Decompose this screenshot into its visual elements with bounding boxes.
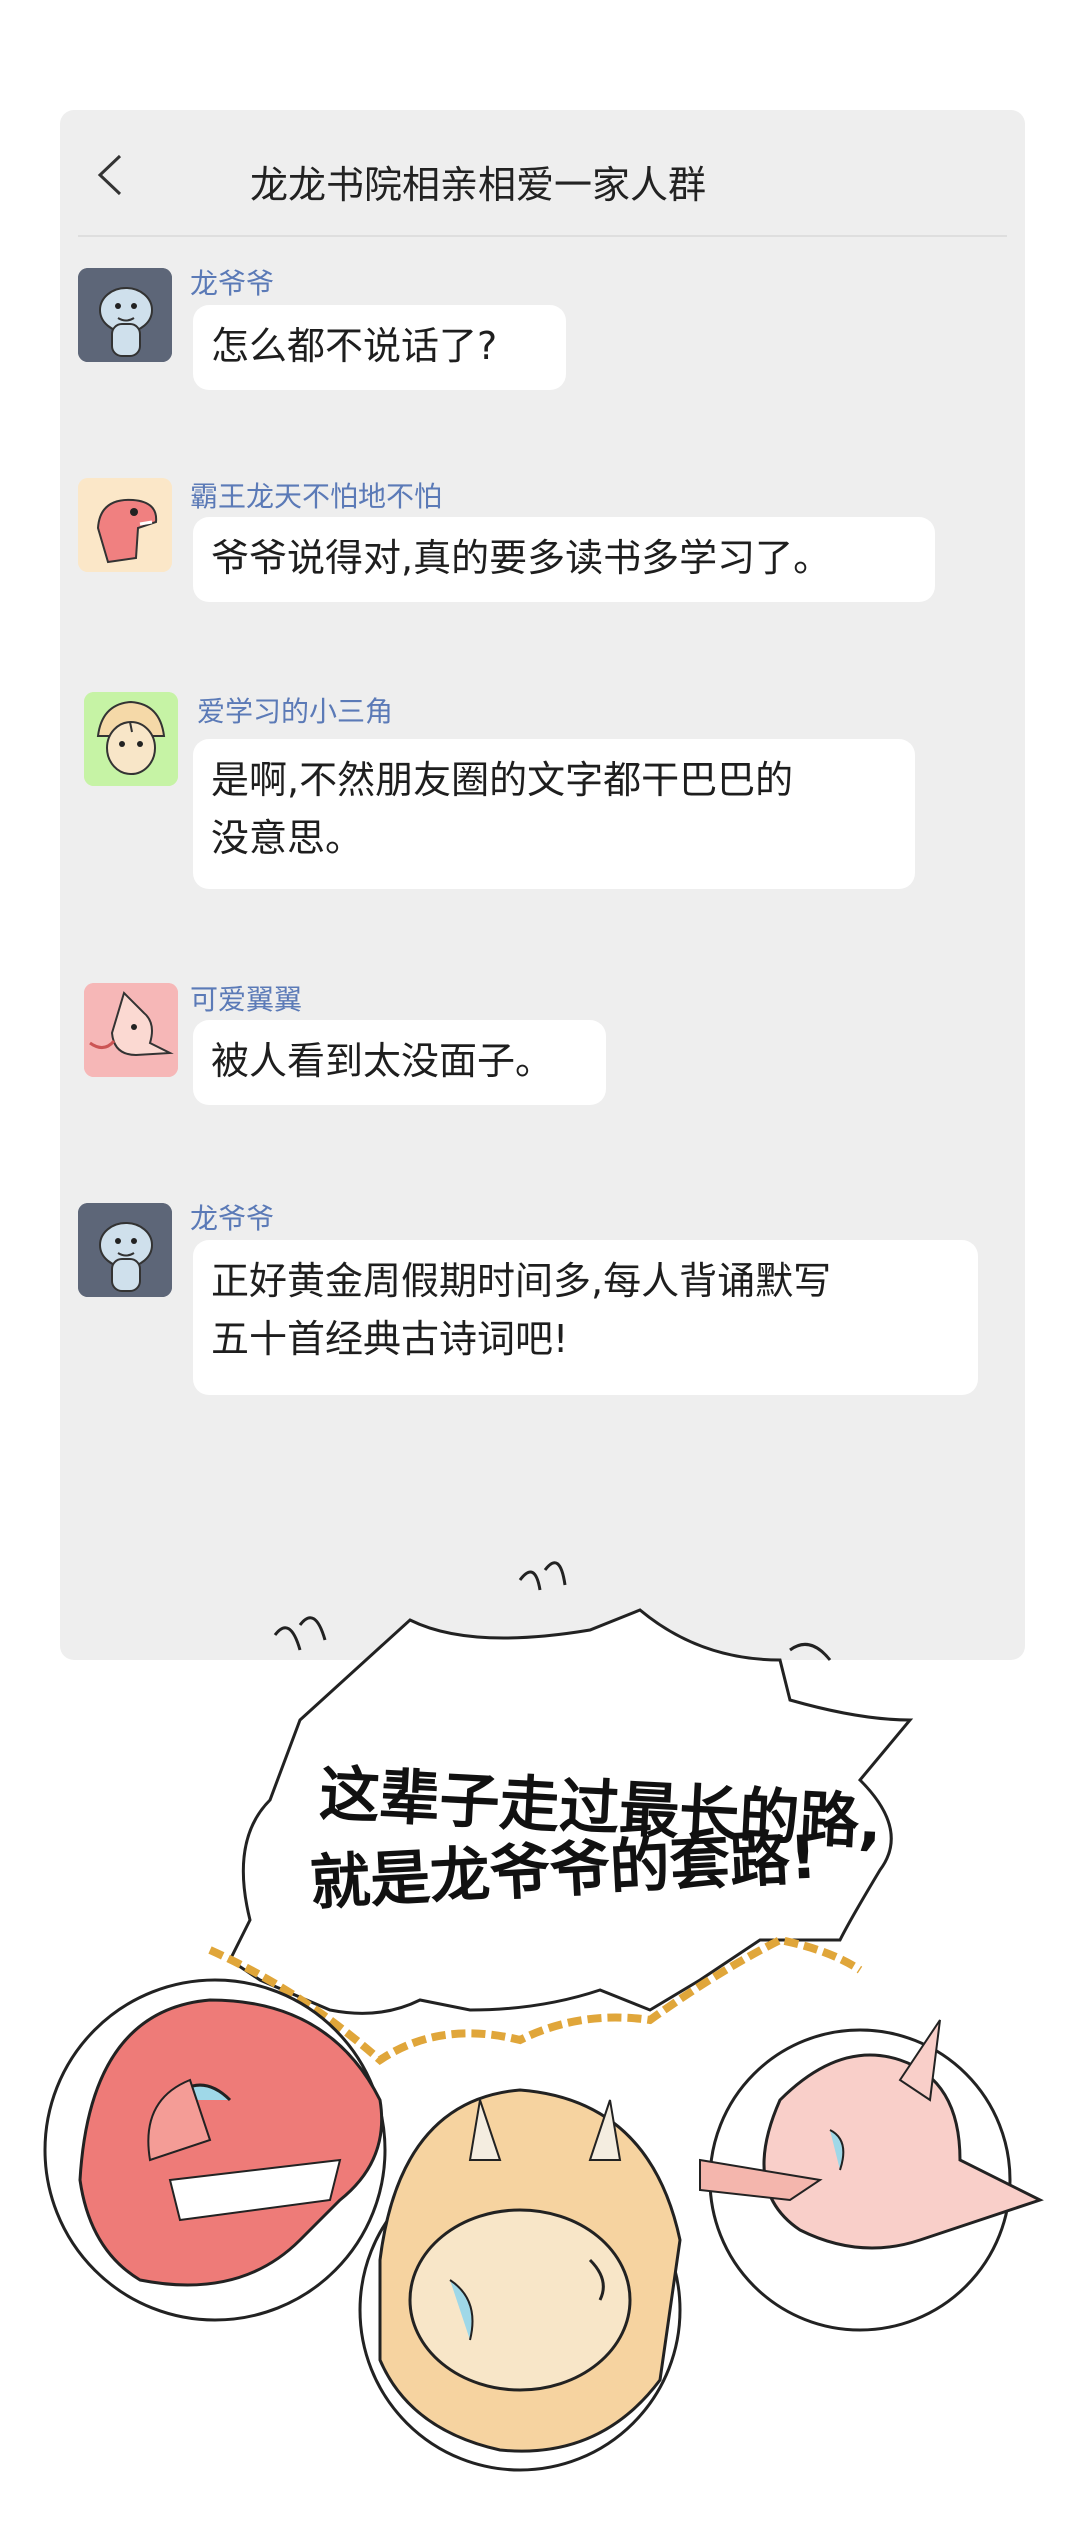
sender-name: 可爱翼翼 — [190, 983, 303, 1016]
sender-name: 霸王龙天不怕地不怕 — [190, 480, 443, 513]
blue-dinosaur-icon — [78, 268, 172, 362]
message-bubble: 爷爷说得对,真的要多读书多学习了。 — [193, 517, 935, 602]
pterosaur-avatar[interactable] — [84, 983, 178, 1077]
blue-dinosaur-avatar[interactable] — [78, 1203, 172, 1297]
message-bubble: 正好黄金周假期时间多,每人背诵默写 五十首经典古诗词吧! — [193, 1240, 978, 1395]
chat-header: 龙龙书院相亲相爱一家人群 — [60, 110, 1025, 235]
blue-dinosaur-avatar[interactable] — [78, 268, 172, 362]
message-bubble: 怎么都不说话了? — [193, 305, 566, 390]
sender-name: 龙爷爷 — [190, 1202, 275, 1235]
header-divider — [78, 235, 1007, 237]
sender-name: 龙爷爷 — [190, 267, 275, 300]
message-bubble: 是啊,不然朋友圈的文字都干巴巴的 没意思。 — [193, 739, 915, 889]
sender-name: 爱学习的小三角 — [197, 695, 394, 728]
chat-window: 龙龙书院相亲相爱一家人群 龙爷爷 怎么都不说话了? 霸王龙天不怕地不怕 爷爷说得… — [60, 110, 1025, 1660]
triceratops-icon — [84, 692, 178, 786]
back-button[interactable] — [90, 150, 130, 200]
chat-title: 龙龙书院相亲相爱一家人群 — [250, 163, 707, 207]
blue-dinosaur-icon — [78, 1203, 172, 1297]
comic-illustration: 这辈子走过最长的路, 就是龙爷爷的套路! — [0, 1540, 1080, 2530]
triceratops-avatar[interactable] — [84, 692, 178, 786]
chevron-left-icon — [97, 154, 122, 196]
t-rex-icon — [78, 478, 172, 572]
motion-lines-icon — [518, 1570, 542, 1591]
red-t-rex-avatar[interactable] — [78, 478, 172, 572]
pterosaur-icon — [84, 983, 178, 1077]
message-bubble: 被人看到太没面子。 — [193, 1020, 606, 1105]
comic-drawing — [43, 1561, 1044, 2472]
